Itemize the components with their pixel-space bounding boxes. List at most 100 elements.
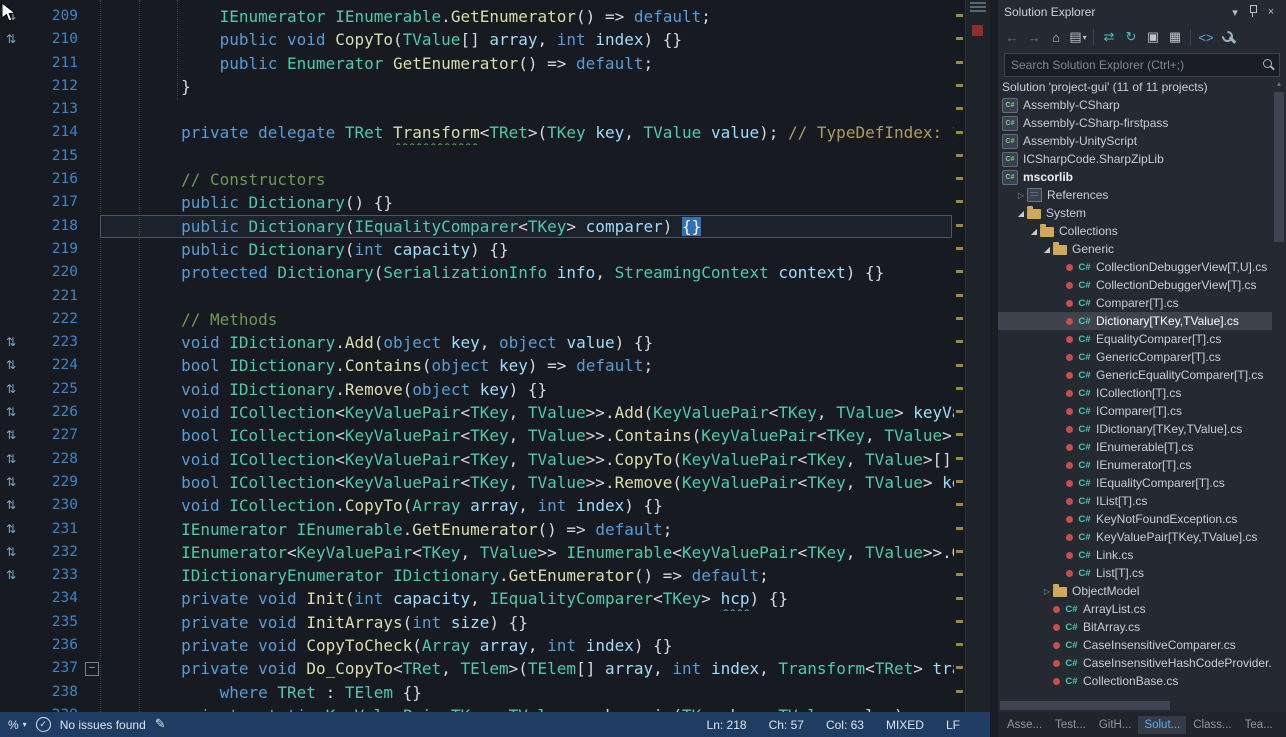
tool-window-tab[interactable]: Solut... [1138, 716, 1186, 734]
tool-window-tab[interactable]: GitH... [1093, 716, 1138, 734]
home-icon[interactable]: ⌂ [1046, 27, 1066, 47]
properties-icon[interactable] [1218, 27, 1238, 47]
search-input[interactable] [1004, 53, 1280, 77]
code-text[interactable]: public Dictionary(IEqualityComparer<TKey… [104, 215, 954, 238]
code-line[interactable]: 219 public Dictionary(int capacity) {} [0, 238, 954, 261]
code-line[interactable]: 215 [0, 145, 954, 168]
tree-item[interactable]: ◢System [998, 204, 1272, 222]
reference-gutter-icon[interactable]: ⇅ [0, 354, 22, 377]
code-text[interactable]: IEnumerator<KeyValuePair<TKey, TValue>> … [104, 541, 954, 564]
code-line[interactable]: 239 private static KeyValuePair<TKey, TV… [0, 704, 954, 712]
tree-item[interactable]: C#GenericEqualityComparer[T].cs [998, 366, 1272, 384]
fold-margin[interactable]: − [82, 657, 104, 680]
code-text[interactable]: IEnumerator IEnumerable.GetEnumerator() … [104, 5, 954, 28]
reference-gutter-icon[interactable]: ⇅ [0, 424, 22, 447]
tree-item[interactable]: C#CollectionDebuggerView[T,U].cs [998, 258, 1272, 276]
code-text[interactable]: void ICollection.CopyTo(Array array, int… [104, 494, 954, 517]
reference-gutter-icon[interactable]: ⇅ [0, 331, 22, 354]
close-icon[interactable]: × [1262, 6, 1280, 18]
code-text[interactable]: protected Dictionary(SerializationInfo i… [104, 261, 954, 284]
code-text[interactable]: private void Do_CopyTo<TRet, TElem>(TEle… [104, 657, 954, 680]
tree-item[interactable]: C#BitArray.cs [998, 618, 1272, 636]
code-text[interactable]: } [104, 75, 954, 98]
code-text[interactable]: bool ICollection<KeyValuePair<TKey, TVal… [104, 424, 954, 447]
expander-collapsed-icon[interactable]: ▷ [1041, 587, 1053, 596]
pen-icon[interactable]: ✎ [155, 717, 166, 732]
code-line[interactable]: 234 private void Init(int capacity, IEqu… [0, 587, 954, 610]
refresh-icon[interactable]: ↻ [1121, 27, 1141, 47]
code-line[interactable]: 237− private void Do_CopyTo<TRet, TElem>… [0, 657, 954, 680]
tool-window-tab[interactable]: Asse... [1001, 716, 1048, 734]
expander-expanded-icon[interactable]: ◢ [1041, 245, 1053, 254]
reference-gutter-icon[interactable]: ⇅ [0, 494, 22, 517]
code-text[interactable]: IDictionaryEnumerator IDictionary.GetEnu… [104, 564, 954, 587]
tree-item[interactable]: C#GenericComparer[T].cs [998, 348, 1272, 366]
search-icon[interactable] [1263, 59, 1272, 68]
code-text[interactable]: where TRet : TElem {} [104, 681, 954, 704]
reference-gutter-icon[interactable]: ⇅ [0, 471, 22, 494]
code-text[interactable]: private void Init(int capacity, IEqualit… [104, 587, 954, 610]
code-lines[interactable]: ⇅209 IEnumerator IEnumerable.GetEnumerat… [0, 5, 954, 712]
reference-gutter-icon[interactable]: ⇅ [0, 378, 22, 401]
code-text[interactable]: private delegate TRet Transform<TRet>(TK… [104, 121, 954, 144]
tree-horizontal-scrollbar[interactable] [998, 699, 1272, 712]
code-line[interactable]: ⇅228 void ICollection<KeyValuePair<TKey,… [0, 448, 954, 471]
code-text[interactable]: private void CopyToCheck(Array array, in… [104, 634, 954, 657]
code-line[interactable]: ⇅232 IEnumerator<KeyValuePair<TKey, TVal… [0, 541, 954, 564]
window-menu-icon[interactable]: ▾ [1226, 6, 1244, 19]
code-line[interactable]: 213 [0, 98, 954, 121]
tree-item[interactable]: ◢Collections [998, 222, 1272, 240]
tree-item[interactable]: C#Assembly-UnityScript [998, 132, 1272, 150]
code-line[interactable]: 235 private void InitArrays(int size) {} [0, 611, 954, 634]
code-text[interactable]: void ICollection<KeyValuePair<TKey, TVal… [104, 448, 954, 471]
forward-icon[interactable]: → [1024, 27, 1044, 47]
tree-item[interactable]: C#KeyValuePair[TKey,TValue].cs [998, 528, 1272, 546]
code-text[interactable] [104, 145, 954, 168]
reference-gutter-icon[interactable]: ⇅ [0, 448, 22, 471]
split-editor-grip-icon[interactable] [970, 2, 986, 13]
sync-with-active-document-icon[interactable]: ⇄ [1099, 27, 1119, 47]
tree-item[interactable]: C#EqualityComparer[T].cs [998, 330, 1272, 348]
tool-window-tab[interactable]: Tea... [1239, 716, 1279, 734]
panel-splitter[interactable] [990, 0, 998, 737]
reference-gutter-icon[interactable]: ⇅ [0, 28, 22, 51]
tree-item[interactable]: C#IEnumerator[T].cs [998, 456, 1272, 474]
expander-expanded-icon[interactable]: ◢ [1015, 209, 1027, 218]
tree-vertical-scrollbar[interactable]: ▴ [1272, 78, 1286, 698]
code-line[interactable]: 221 [0, 285, 954, 308]
tree-item[interactable]: C#CaseInsensitiveHashCodeProvider.cs [998, 654, 1272, 672]
code-editor[interactable]: ⇅209 IEnumerator IEnumerable.GetEnumerat… [0, 0, 990, 712]
code-text[interactable]: private void InitArrays(int size) {} [104, 611, 954, 634]
tree-item[interactable]: C#IEqualityComparer[T].cs [998, 474, 1272, 492]
tree-item[interactable]: C#KeyNotFoundException.cs [998, 510, 1272, 528]
code-text[interactable]: void IDictionary.Add(object key, object … [104, 331, 954, 354]
code-line[interactable]: 217 public Dictionary() {} [0, 191, 954, 214]
expander-collapsed-icon[interactable]: ▷ [1015, 191, 1027, 200]
expander-expanded-icon[interactable]: ◢ [1028, 227, 1040, 236]
code-text[interactable]: bool ICollection<KeyValuePair<TKey, TVal… [104, 471, 954, 494]
code-line[interactable]: 218 public Dictionary(IEqualityComparer<… [0, 215, 954, 238]
tree-item[interactable]: Solution 'project-gui' (11 of 11 project… [998, 78, 1272, 96]
status-encoding[interactable]: MIXED [886, 718, 924, 732]
code-line[interactable]: ⇅233 IDictionaryEnumerator IDictionary.G… [0, 564, 954, 587]
code-text[interactable]: public Dictionary() {} [104, 191, 954, 214]
code-line[interactable]: ⇅230 void ICollection.CopyTo(Array array… [0, 494, 954, 517]
view-code-icon[interactable]: <> [1196, 27, 1216, 47]
tool-window-tab[interactable]: Class... [1187, 716, 1237, 734]
scrollbar-thumb[interactable] [1000, 701, 1170, 710]
tree-item[interactable]: C#CollectionBase.cs [998, 672, 1272, 690]
pending-changes-filter-icon[interactable]: ▣ [1143, 27, 1163, 47]
code-line[interactable]: ⇅229 bool ICollection<KeyValuePair<TKey,… [0, 471, 954, 494]
tree-item[interactable]: C#IDictionary[TKey,TValue].cs [998, 420, 1272, 438]
fold-collapse-icon[interactable]: − [85, 662, 99, 676]
reference-gutter-icon[interactable]: ⇅ [0, 541, 22, 564]
code-line[interactable]: ⇅225 void IDictionary.Remove(object key)… [0, 378, 954, 401]
code-text[interactable]: void ICollection<KeyValuePair<TKey, TVal… [104, 401, 954, 424]
tree-item[interactable]: C#Link.cs [998, 546, 1272, 564]
code-line[interactable]: 211 public Enumerator GetEnumerator() =>… [0, 52, 954, 75]
code-text[interactable]: public Enumerator GetEnumerator() => def… [104, 52, 954, 75]
tree-item[interactable]: C#ICollection[T].cs [998, 384, 1272, 402]
code-text[interactable]: IEnumerator IEnumerable.GetEnumerator() … [104, 518, 954, 541]
reference-gutter-icon[interactable]: ⇅ [0, 564, 22, 587]
code-line[interactable]: ⇅210 public void CopyTo(TValue[] array, … [0, 28, 954, 51]
